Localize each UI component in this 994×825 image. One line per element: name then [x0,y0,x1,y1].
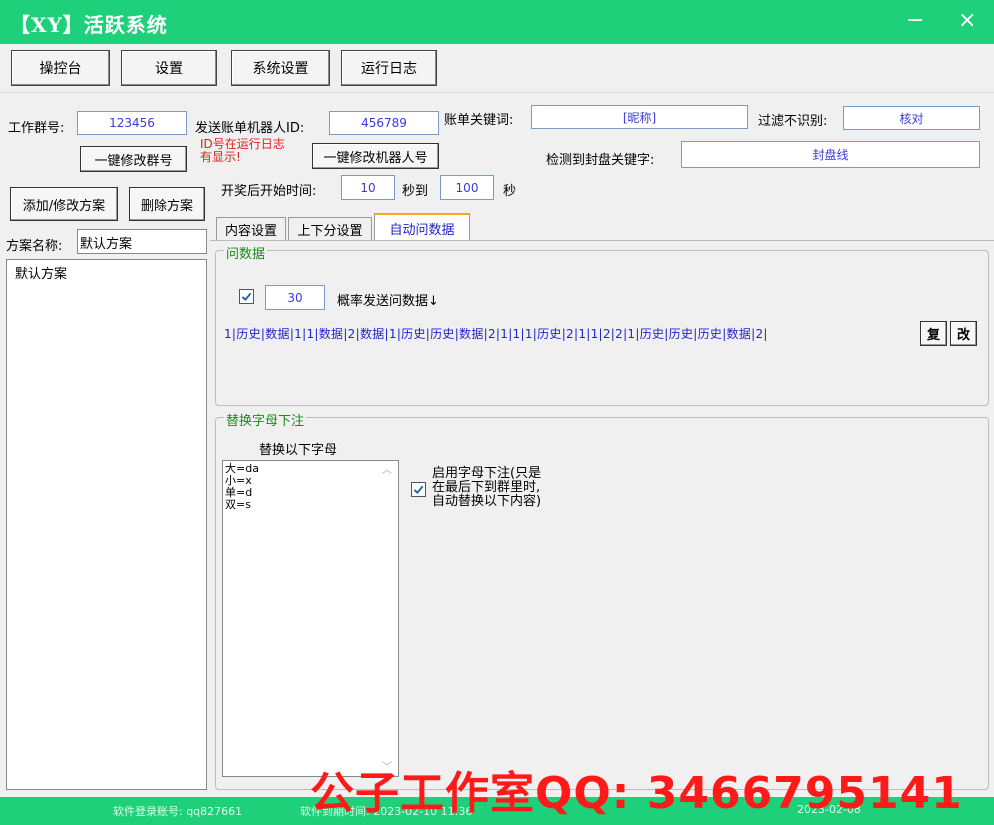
probability-input[interactable]: 30 [265,285,325,310]
check-icon [413,485,424,495]
account-status: 软件登录账号: qq827661 [113,805,243,818]
plan-list[interactable]: 默认方案 [6,259,207,790]
scroll-up-icon[interactable]: ︿ [382,465,392,477]
minimize-button[interactable]: − [906,8,924,34]
watermark: 公子工作室QQ: 3466795141 [310,768,963,819]
tab-updown-settings[interactable]: 上下分设置 [288,217,372,240]
bill-keyword-label: 账单关键词: [444,113,514,128]
enable-letter-bet-label: 启用字母下注(只是 在最后下到群里时, 自动替换以下内容) [432,467,541,509]
close-button[interactable]: × [958,8,976,34]
add-plan-button[interactable]: 添加/修改方案 [10,187,118,221]
id-hint-line2: 有显示! [200,150,241,164]
toolbar-divider [0,92,994,93]
settings-button[interactable]: 设置 [121,50,217,86]
start-time-label: 开奖后开始时间: [221,184,317,199]
edit-sequence-button[interactable]: 改 [950,321,977,346]
group-no-input[interactable]: 123456 [77,111,187,135]
tab-content-settings[interactable]: 内容设置 [216,217,286,240]
delete-plan-button[interactable]: 删除方案 [129,187,205,221]
plan-name-label: 方案名称: [6,239,63,254]
reset-sequence-button[interactable]: 复 [920,321,947,346]
filter-input[interactable]: 核对 [843,106,980,130]
system-settings-button[interactable]: 系统设置 [231,50,330,86]
title-bar: 【XY】活跃系统 − × [0,0,994,44]
modify-bot-button[interactable]: 一键修改机器人号 [312,143,439,169]
bot-id-input[interactable]: 456789 [329,111,439,135]
replace-textarea[interactable]: 大=da 小=x 单=d 双=s ︿ ﹀ [222,460,399,777]
sec-to-label: 秒到 [402,184,429,199]
replace-group-title: 替换字母下注 [224,410,307,429]
modify-group-button[interactable]: 一键修改群号 [80,146,187,172]
enable-text-line1: 启用字母下注(只是 [432,466,542,481]
start-from-input[interactable]: 10 [341,175,395,200]
ask-data-checkbox[interactable] [239,289,254,304]
bot-id-label: 发送账单机器人ID: [195,121,305,136]
console-button[interactable]: 操控台 [11,50,110,86]
filter-label: 过滤不识别: [758,114,828,129]
check-icon [241,292,252,302]
sequence-text: 1|历史|数据|1|1|数据|2|数据|1|历史|历史|数据|2|1|1|1|历… [224,326,768,341]
seal-keyword-label: 检测到封盘关键字: [546,153,655,168]
plan-name-input[interactable]: 默认方案 [77,229,207,254]
enable-text-line2: 在最后下到群里时, [432,480,541,495]
sec-label: 秒 [503,184,517,199]
replace-subtitle: 替换以下字母 [259,443,338,458]
sequence-field[interactable]: 1|历史|数据|1|1|数据|2|数据|1|历史|历史|数据|2|1|1|1|历… [224,320,916,346]
enable-letter-bet-checkbox[interactable] [411,482,426,497]
tab-auto-ask-data[interactable]: 自动问数据 [374,213,470,241]
probability-label: 概率发送问数据↓ [337,294,439,309]
run-log-button[interactable]: 运行日志 [341,50,437,86]
bill-keyword-input[interactable]: [昵称] [531,105,748,129]
ask-data-group-title: 问数据 [224,243,268,262]
enable-text-line3: 自动替换以下内容) [432,494,542,509]
seal-keyword-input[interactable]: 封盘线 [681,141,980,168]
replace-line: 双=s [225,498,251,511]
group-no-label: 工作群号: [8,121,65,136]
start-to-input[interactable]: 100 [440,175,494,200]
list-item[interactable]: 默认方案 [7,260,206,285]
window-title: 【XY】活跃系统 [10,13,168,37]
